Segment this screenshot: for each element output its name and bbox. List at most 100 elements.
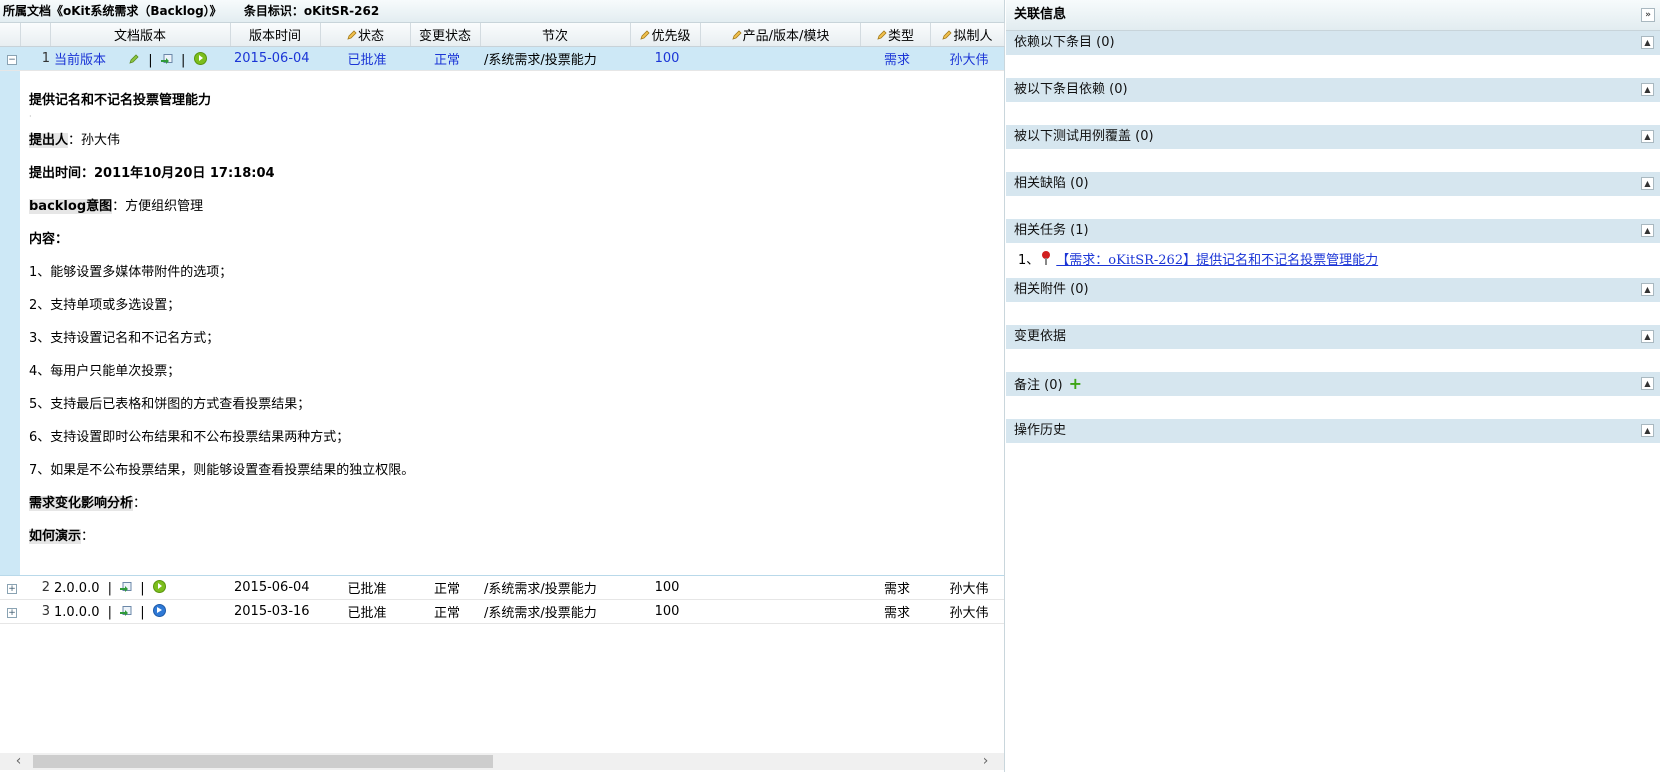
- row-type: 需求: [860, 575, 930, 600]
- chevron-up-icon[interactable]: ▲: [1641, 83, 1654, 96]
- section-header[interactable]: 被以下测试用例覆盖 (0) ▲: [1006, 125, 1660, 150]
- section-header[interactable]: 被以下条目依赖 (0) ▲: [1006, 78, 1660, 103]
- header-priority[interactable]: 优先级: [630, 23, 701, 47]
- version-link[interactable]: 当前版本: [54, 53, 106, 68]
- section-label: 备注 (0): [1014, 378, 1063, 393]
- expand-icon[interactable]: +: [7, 608, 17, 618]
- collapse-icon[interactable]: −: [7, 55, 17, 65]
- row-author: 孙大伟: [930, 599, 1004, 624]
- item-id-label: 条目标识：oKitSR-262: [243, 4, 380, 18]
- section-label: 被以下测试用例覆盖 (0): [1014, 129, 1154, 144]
- section-body: [1006, 103, 1660, 125]
- edit-pencil-icon[interactable]: [128, 53, 140, 65]
- edit-pencil-icon: [346, 29, 358, 41]
- related-info-title: 关联信息: [1014, 7, 1067, 22]
- table-row[interactable]: − 1 当前版本 | | 2015-06-04 已批准 正常 /系统需求/投票能…: [0, 46, 1004, 71]
- document-label: 所属文档《oKit系统需求（Backlog）》: [3, 4, 222, 18]
- section-header[interactable]: 相关任务 (1) ▲: [1006, 219, 1660, 244]
- add-note-icon[interactable]: +: [1069, 374, 1082, 393]
- left-pane: 所属文档《oKit系统需求（Backlog）》 条目标识：oKitSR-262 …: [0, 0, 1005, 772]
- scroll-right-icon[interactable]: ›: [977, 753, 994, 770]
- table-row[interactable]: + 3 1.0.0.0 | | 2015-03-16 已批准 正常 /系统需求/…: [0, 599, 1004, 624]
- demo-label: 如何演示: [29, 529, 82, 544]
- document-arrow-icon[interactable]: [160, 54, 173, 65]
- header-status[interactable]: 状态: [320, 23, 411, 47]
- separator: |: [107, 580, 113, 596]
- chevron-up-icon[interactable]: ▲: [1641, 130, 1654, 143]
- chevron-up-icon[interactable]: ▲: [1641, 377, 1654, 390]
- section-covered-by-tests: 被以下测试用例覆盖 (0) ▲: [1006, 125, 1660, 172]
- row-time: 2015-06-04: [230, 46, 320, 71]
- play-icon[interactable]: [193, 52, 207, 65]
- header-author[interactable]: 拟制人: [930, 23, 1005, 47]
- section-header[interactable]: 相关附件 (0) ▲: [1006, 278, 1660, 303]
- section-label: 相关任务 (1): [1014, 223, 1089, 238]
- row-module: [700, 46, 860, 71]
- section-body: [1006, 56, 1660, 78]
- document-arrow-icon[interactable]: [120, 581, 132, 593]
- section-header[interactable]: 备注 (0) + ▲: [1006, 372, 1660, 397]
- section-body: [1006, 350, 1660, 372]
- separator: |: [140, 580, 145, 596]
- section-label: 依赖以下条目 (0): [1014, 35, 1115, 50]
- header-doc-version[interactable]: 文档版本: [50, 23, 231, 47]
- intent-line: backlog意图：方便组织管理: [29, 195, 1004, 214]
- collapse-panel-icon[interactable]: »: [1641, 8, 1655, 22]
- content-item: 3、支持设置记名和不记名方式；: [29, 331, 220, 346]
- scroll-left-icon[interactable]: ‹: [10, 753, 27, 770]
- section-notes: 备注 (0) + ▲: [1006, 372, 1660, 419]
- content-item: 4、每用户只能单次投票；: [29, 364, 181, 379]
- section-header[interactable]: 相关缺陷 (0) ▲: [1006, 172, 1660, 197]
- expand-icon[interactable]: +: [7, 584, 17, 594]
- section-header[interactable]: 变更依据 ▲: [1006, 325, 1660, 350]
- scrollbar-thumb[interactable]: [33, 755, 493, 768]
- separator: |: [148, 53, 153, 68]
- play-icon[interactable]: [152, 579, 166, 593]
- forward-arrow-icon[interactable]: [152, 603, 166, 617]
- header-type[interactable]: 类型: [860, 23, 931, 47]
- header-version-time[interactable]: 版本时间: [230, 23, 321, 47]
- separator: |: [180, 53, 186, 68]
- row-expander[interactable]: +: [0, 575, 20, 600]
- chevron-up-icon[interactable]: ▲: [1641, 330, 1654, 343]
- row-author: 孙大伟: [930, 575, 1004, 600]
- table-header: 文档版本 版本时间 状态 变更状态 节次 优先级 产品/版本/模块 类型 拟制人: [0, 23, 1005, 47]
- row-status: 已批准: [320, 599, 410, 624]
- section-history: 操作历史 ▲: [1006, 419, 1660, 444]
- table-row[interactable]: + 2 2.0.0.0 | | 2015-06-04 已批准 正常 /系统需求/…: [0, 575, 1004, 600]
- section-label: 操作历史: [1014, 423, 1067, 438]
- header-priority-label: 优先级: [651, 29, 691, 44]
- header-module[interactable]: 产品/版本/模块: [700, 23, 861, 47]
- section-body: 1、 【需求：oKitSR-262】提供记名和不记名投票管理能力: [1006, 244, 1660, 278]
- chevron-up-icon[interactable]: ▲: [1641, 224, 1654, 237]
- row-change: 正常: [410, 46, 480, 71]
- chevron-up-icon[interactable]: ▲: [1641, 283, 1654, 296]
- row-author: 孙大伟: [930, 46, 1004, 71]
- section-label: 变更依据: [1014, 329, 1067, 344]
- task-link[interactable]: 【需求：oKitSR-262】提供记名和不记名投票管理能力: [1056, 253, 1378, 268]
- chevron-up-icon[interactable]: ▲: [1641, 424, 1654, 437]
- section-header[interactable]: 依赖以下条目 (0) ▲: [1006, 31, 1660, 56]
- intent-value: ：方便组织管理: [112, 199, 204, 214]
- header-section[interactable]: 节次: [480, 23, 631, 47]
- intent-label: backlog意图: [29, 199, 113, 214]
- detail-row: 提供记名和不记名投票管理能力 · 提出人：孙大伟 提出时间：2011年10月20…: [0, 70, 1004, 576]
- section-depended-by: 被以下条目依赖 (0) ▲: [1006, 78, 1660, 125]
- row-change: 正常: [410, 575, 480, 600]
- chevron-up-icon[interactable]: ▲: [1641, 177, 1654, 190]
- separator: |: [107, 604, 113, 620]
- content-item: 2、支持单项或多选设置；: [29, 298, 181, 313]
- header-change-status[interactable]: 变更状态: [410, 23, 481, 47]
- row-expander[interactable]: −: [0, 46, 20, 71]
- row-expander[interactable]: +: [0, 599, 20, 624]
- edit-pencil-icon: [731, 29, 743, 41]
- horizontal-scrollbar[interactable]: ‹ ›: [0, 753, 1004, 770]
- document-arrow-icon[interactable]: [120, 605, 132, 617]
- header-expander: [0, 23, 21, 47]
- content-item: 1、能够设置多媒体带附件的选项；: [29, 265, 233, 280]
- row-index: 3: [20, 599, 50, 624]
- section-header[interactable]: 操作历史 ▲: [1006, 419, 1660, 444]
- proposer-line: 提出人：孙大伟: [29, 129, 1004, 148]
- related-info-panel: 关联信息 » 依赖以下条目 (0) ▲ 被以下条目依赖 (0) ▲ 被以下测试用例覆…: [1006, 0, 1660, 772]
- chevron-up-icon[interactable]: ▲: [1641, 36, 1654, 49]
